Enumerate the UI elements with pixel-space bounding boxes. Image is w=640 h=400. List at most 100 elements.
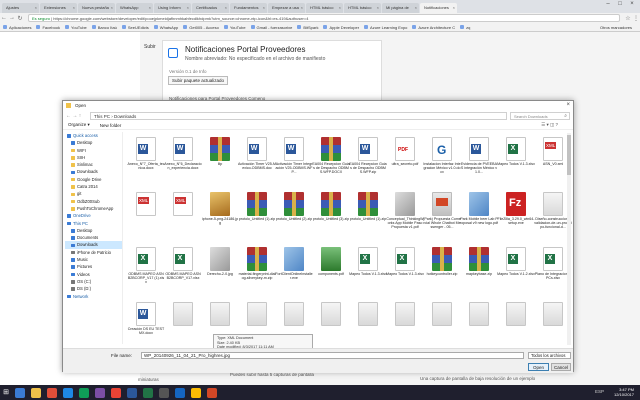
file-item[interactable]: ODBMS MAPEO ASN B2BCORP_V17 (1).xlsx [127, 247, 165, 299]
bookmark-item[interactable]: zq [460, 25, 470, 30]
url-input[interactable]: Es seguro | https://chrome.google.com/we… [28, 14, 620, 22]
nav-item[interactable]: Quick access [65, 132, 122, 139]
browser-tab[interactable]: Notificaciones × [420, 3, 457, 13]
file-item[interactable]: protolo_Untitled (2).zip [275, 192, 313, 244]
nav-item[interactable]: OS (C:) [65, 278, 122, 285]
tab-close-icon[interactable]: × [225, 3, 227, 13]
maximize-icon[interactable]: □ [614, 1, 626, 7]
bookmark-item[interactable]: Facebook [36, 25, 60, 30]
nav-item[interactable]: git [65, 190, 122, 197]
browser-tab[interactable]: Nueva pestaña × [78, 3, 115, 13]
file-grid-scrollbar[interactable] [567, 133, 571, 345]
nav-item[interactable]: PushToChromeApp [65, 205, 122, 212]
file-item[interactable]: Mapeo Todos V.1.3.xlsx [497, 137, 535, 189]
file-name-input[interactable]: WP_20140926_11_04_21_Pro_highres.jpg [141, 352, 524, 359]
taskbar-app-icon[interactable] [111, 387, 121, 398]
file-item[interactable] [164, 302, 202, 345]
file-item[interactable] [127, 192, 165, 244]
nav-item[interactable]: Desktop [65, 227, 122, 234]
tab-close-icon[interactable]: × [73, 3, 75, 13]
nav-item[interactable]: SIIH [65, 154, 122, 161]
taskbar-app-icon[interactable] [159, 387, 169, 398]
nav-item[interactable]: iPhone de Patricio [65, 249, 122, 256]
browser-tab[interactable]: Empezar a usa × [268, 3, 305, 13]
taskbar-app-icon[interactable] [95, 387, 105, 398]
taskbar-clock[interactable]: 3:47 PM 12/10/2017 [614, 387, 634, 397]
nav-item[interactable]: WIFI [65, 147, 122, 154]
open-button[interactable]: Open [528, 363, 549, 371]
bookmark-item[interactable]: Banco Itaú [91, 25, 117, 30]
star-icon[interactable]: ☆ [624, 15, 632, 22]
file-item[interactable]: Instalacion Interfaz Integracion México … [423, 137, 461, 189]
nav-item[interactable]: Desktop [65, 139, 122, 146]
file-item[interactable]: Park Mobile beer Lab Proposal v9 new log… [460, 192, 498, 244]
view-options-icon[interactable]: ☰ ▾ ◫ ? [541, 122, 558, 128]
file-item[interactable]: Activación Timer Integración V25-ODBMS.W… [275, 137, 313, 189]
file-item[interactable]: Anexo_N°6_Declaracion_experiencia.docx [164, 137, 202, 189]
file-item[interactable]: mapkeybase.zip [460, 247, 498, 299]
bookmark-item[interactable]: SeeUEdicts [121, 25, 149, 30]
back-icon[interactable]: ← [0, 15, 8, 21]
bookmark-item[interactable]: Get005 - Acceso [183, 25, 219, 30]
file-item[interactable]: hotkeycontroller.zip [423, 247, 461, 299]
file-item[interactable]: Mapeo Todos V.1.3.xlsx [386, 247, 424, 299]
taskbar-app-icon[interactable] [31, 387, 41, 398]
tab-close-icon[interactable]: × [149, 3, 151, 13]
tab-close-icon[interactable]: × [187, 3, 189, 13]
taskbar-app-icon[interactable] [207, 387, 217, 398]
taskbar-app-icon[interactable] [127, 387, 137, 398]
browser-tab[interactable]: WhatsApp × [116, 3, 153, 13]
new-folder-button[interactable]: New folder [100, 123, 122, 128]
dialog-search-input[interactable]: Search Downloads ⌕ [510, 111, 570, 120]
close-icon[interactable]: × [626, 1, 638, 7]
dialog-nav-arrows-icon[interactable]: ← → ↑ [66, 113, 90, 119]
nav-item[interactable]: Google Drive [65, 176, 122, 183]
nav-item[interactable]: Sinlimac [65, 161, 122, 168]
file-item[interactable]: EA004 Recepcion Guias de Despacho ODBMS.… [349, 137, 387, 189]
nav-item[interactable]: Pictures [65, 263, 122, 270]
browser-tab[interactable]: Ajustes × [2, 3, 39, 13]
file-item[interactable]: Evidencia de PVEEBAS integración México … [460, 137, 498, 189]
organize-button[interactable]: Organize ▾ [68, 122, 90, 128]
file-item[interactable]: ultra_secreto.pdf [386, 137, 424, 189]
browser-tab[interactable]: HTML básico × [306, 3, 343, 13]
bookmark-item[interactable]: YouTube [65, 25, 87, 30]
tab-close-icon[interactable]: × [339, 3, 341, 13]
browser-tab[interactable]: Extensiones × [40, 3, 77, 13]
file-item[interactable] [386, 302, 424, 345]
bookmark-item[interactable]: Aplicaciones [3, 25, 31, 30]
nav-item[interactable]: Catra 2014 [65, 183, 122, 190]
bookmark-item[interactable]: Azure Architecture C [412, 25, 455, 30]
bookmark-item[interactable]: WhatsApp [153, 25, 178, 30]
file-type-select[interactable]: Todos los archivos [528, 352, 571, 359]
file-item[interactable] [349, 302, 387, 345]
tray-language[interactable]: ESP [595, 389, 604, 394]
file-item[interactable]: Creación DS EU TEST MX.docx [127, 302, 165, 345]
tab-close-icon[interactable]: × [453, 3, 455, 13]
file-item[interactable] [497, 302, 535, 345]
browser-tab[interactable]: HTML básico × [344, 3, 381, 13]
upload-package-button[interactable]: Subir paquete actualizado [168, 76, 229, 85]
file-item[interactable] [460, 302, 498, 345]
nav-item[interactable]: Music [65, 256, 122, 263]
nav-item[interactable]: Documents [65, 234, 122, 241]
file-item[interactable]: iphone-5-png-24186.jpg [201, 192, 239, 244]
file-item[interactable]: material-fingerprint-dialog-silverykey-m… [238, 247, 276, 299]
nav-item[interactable]: OneDrive [65, 212, 122, 219]
taskbar-app-icon[interactable] [79, 387, 89, 398]
browser-tab[interactable]: Mi página de × [382, 3, 419, 13]
taskbar-app-icon[interactable] [143, 387, 153, 398]
windows-start-icon[interactable]: ⊞ [0, 385, 12, 400]
dialog-path-breadcrumb[interactable]: This PC › Downloads [90, 111, 507, 120]
file-item[interactable]: Activación Timer V25-Mexico-ODBMS.doc [238, 137, 276, 189]
browser-tab[interactable]: Certificados × [192, 3, 229, 13]
file-item[interactable]: Mapeo Todos V.1.2.xlsx [497, 247, 535, 299]
browser-tab[interactable]: Fundamentos × [230, 3, 267, 13]
taskbar-app-icon[interactable] [191, 387, 201, 398]
bookmark-item[interactable]: Azure Learning Expo [364, 25, 407, 30]
dialog-close-icon[interactable]: × [566, 101, 570, 110]
reload-icon[interactable]: ↻ [16, 15, 24, 22]
minimize-icon[interactable]: – [602, 1, 614, 7]
file-item[interactable]: Derecho-2-0.jpg [201, 247, 239, 299]
file-item[interactable]: Anexo_N°7_Oferta_tecnica.docx [127, 137, 165, 189]
